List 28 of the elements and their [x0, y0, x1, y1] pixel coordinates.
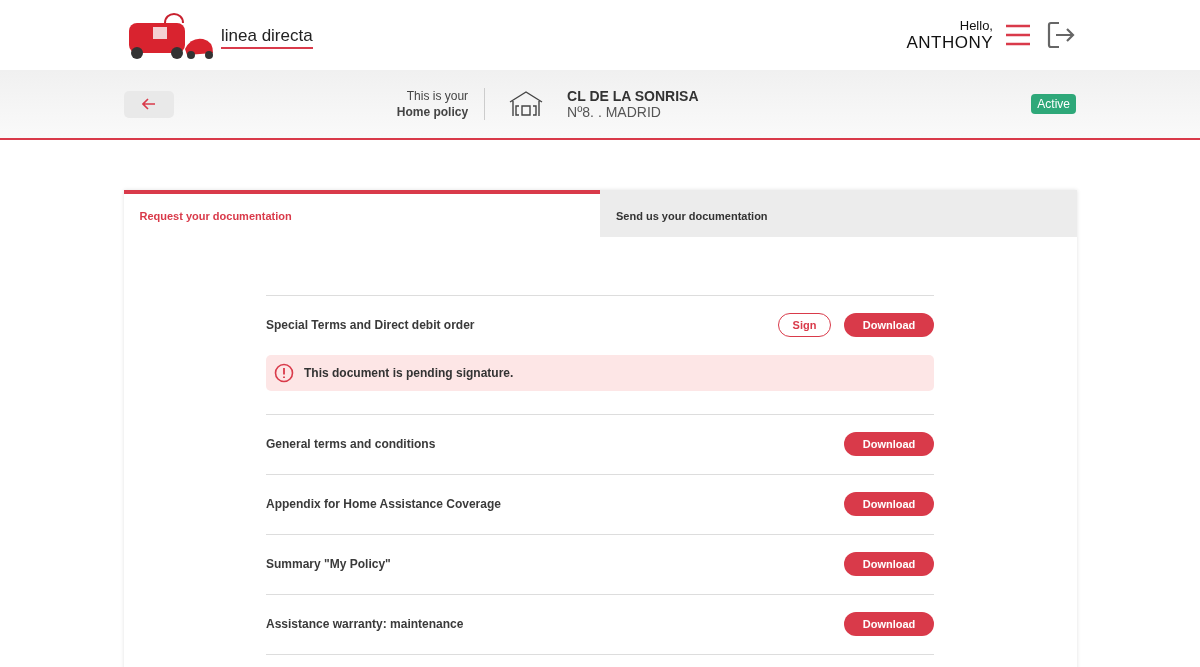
download-button[interactable]: Download: [844, 313, 934, 337]
notice-text: This document is pending signature.: [304, 366, 514, 380]
policy-intro: This is your: [406, 89, 469, 103]
download-button[interactable]: Download: [844, 552, 934, 576]
tab[interactable]: Request your documentation: [123, 190, 600, 237]
document-title: General terms and conditions: [266, 437, 436, 451]
document-title: Summary "My Policy": [266, 557, 391, 571]
address-city: Nº8. . MADRID: [567, 104, 662, 120]
status-badge: Active: [1031, 94, 1076, 114]
policy-type: Home policy: [396, 104, 469, 120]
back-arrow-icon: [142, 98, 156, 110]
sign-button[interactable]: Sign: [778, 313, 831, 337]
document-title: Special Terms and Direct debit order: [266, 318, 475, 332]
download-button[interactable]: Download: [844, 492, 934, 516]
user-name: ANTHONY: [906, 32, 993, 53]
document-title: Assistance warranty: maintenance: [266, 617, 464, 631]
menu-icon[interactable]: [1005, 23, 1031, 47]
download-button[interactable]: Download: [844, 612, 934, 636]
house-icon: [509, 91, 544, 117]
greeting-text: Hello,: [958, 17, 993, 33]
download-button[interactable]: Download: [844, 432, 934, 456]
logo-text: linea directa: [221, 26, 313, 49]
logout-icon[interactable]: [1047, 21, 1075, 49]
alert-icon: [274, 363, 294, 383]
tab[interactable]: Send us your documentation: [600, 190, 1077, 237]
document-title: Appendix for Home Assistance Coverage: [266, 497, 501, 511]
address-street: CL DE LA SONRISA: [567, 88, 699, 104]
back-button[interactable]: [124, 90, 174, 118]
